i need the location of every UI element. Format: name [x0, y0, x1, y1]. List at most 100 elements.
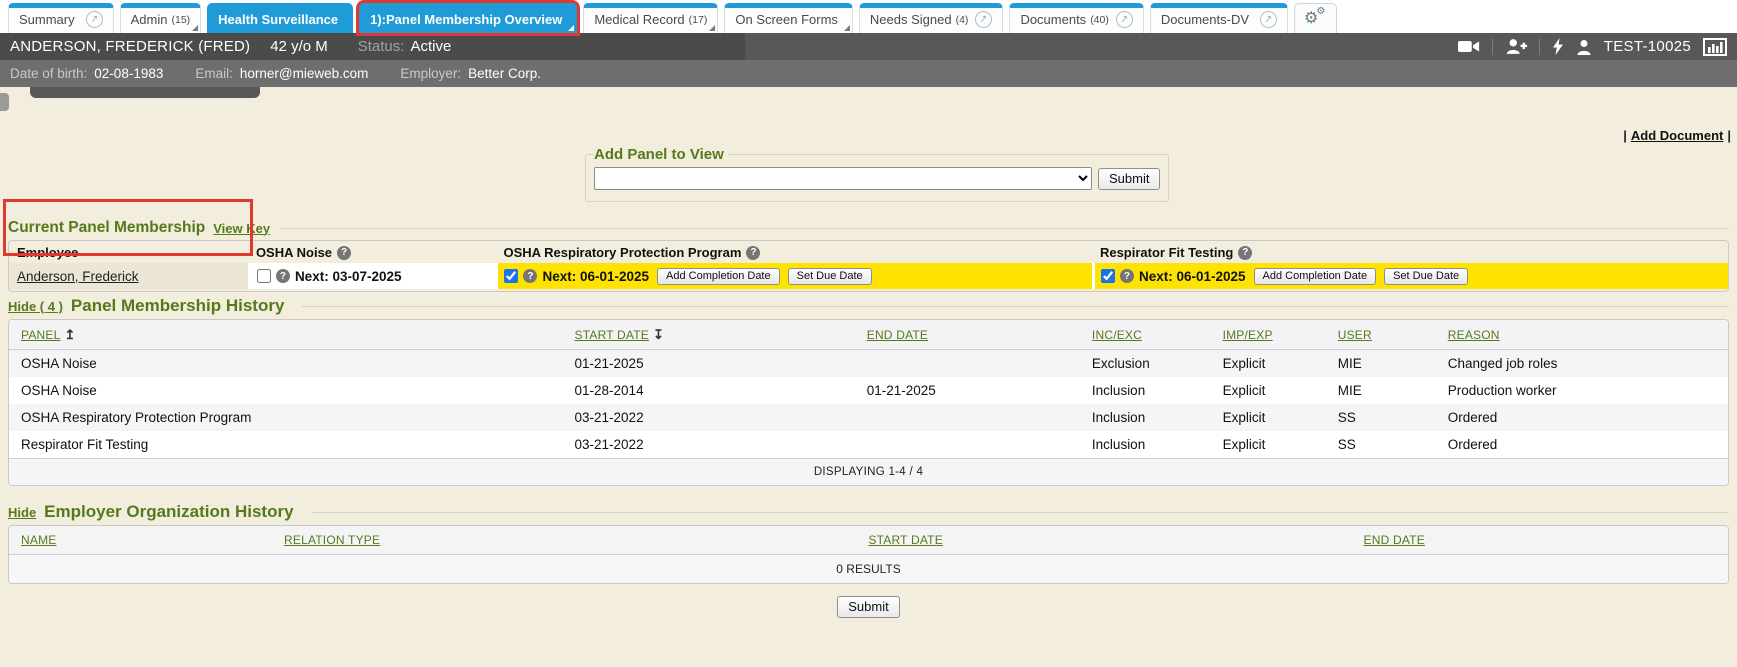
bar-chart-icon[interactable]: [1703, 38, 1727, 56]
osha-noise-cell: ? Next: 03-07-2025: [248, 263, 496, 289]
sort-reason-link[interactable]: REASON: [1448, 328, 1500, 342]
membership-col-osha-noise: OSHA Noise?: [248, 241, 496, 263]
help-icon[interactable]: ?: [1238, 246, 1252, 260]
membership-col-respiratory: OSHA Respiratory Protection Program?: [495, 241, 1091, 263]
cell-panel: OSHA Noise: [9, 356, 563, 371]
chart-tab[interactable]: Medical Record (17) ↗: [583, 3, 718, 33]
patient-info-bar: Date of birth: 02-08-1983 Email: horner@…: [0, 60, 1737, 87]
chart-tab[interactable]: 1):Panel Membership Overview ↗: [359, 3, 577, 33]
employer-history-table: NAME RELATION TYPE START DATE END DATE 0…: [8, 525, 1729, 584]
employee-link[interactable]: Anderson, Frederick: [17, 269, 139, 284]
help-icon[interactable]: ?: [1120, 269, 1134, 283]
next-due-label: Next: 06-01-2025: [1139, 269, 1246, 284]
help-icon[interactable]: ?: [523, 269, 537, 283]
cell-incexc: Inclusion: [1080, 437, 1211, 452]
popout-icon[interactable]: ↗: [1115, 10, 1135, 30]
cell-user: SS: [1326, 410, 1436, 425]
membership-col-employee: Employee: [9, 241, 248, 263]
employee-cell: Anderson, Frederick: [9, 263, 248, 289]
add-panel-submit-button[interactable]: Submit: [1098, 168, 1160, 190]
cell-reason: Production worker: [1436, 383, 1728, 398]
tab-label: Documents: [1020, 12, 1086, 27]
add-document-row: |Add Document|: [1623, 128, 1731, 143]
panel-select[interactable]: [594, 167, 1092, 190]
add-document-link[interactable]: Add Document: [1631, 128, 1723, 143]
add-completion-date-button[interactable]: Add Completion Date: [1254, 268, 1377, 285]
view-key-link[interactable]: View Key: [213, 221, 270, 236]
table-row: OSHA Noise 01-21-2025 Exclusion Explicit…: [9, 350, 1728, 377]
side-panel-handle[interactable]: [0, 93, 9, 111]
hide-history-link[interactable]: Hide ( 4 ): [8, 299, 63, 314]
set-due-date-button[interactable]: Set Due Date: [788, 268, 872, 285]
cell-impexp: Explicit: [1211, 410, 1326, 425]
add-completion-date-button[interactable]: Add Completion Date: [657, 268, 780, 285]
sort-incexc-link[interactable]: INC/EXC: [1092, 328, 1142, 342]
tab-label: Admin: [131, 12, 168, 27]
person-icon[interactable]: [1576, 39, 1592, 55]
sort-end-date-link[interactable]: END DATE: [867, 328, 928, 342]
fit-testing-cell: ? Next: 06-01-2025 Add Completion Date S…: [1092, 263, 1728, 289]
lightning-icon[interactable]: [1552, 38, 1564, 55]
tab-settings[interactable]: ⚙⚙: [1294, 3, 1337, 33]
popout-icon[interactable]: ↗: [84, 10, 104, 30]
status-label: Status:: [358, 38, 405, 55]
current-panel-membership-section: Current Panel Membership View Key Employ…: [8, 216, 1729, 292]
tab-label: Summary: [19, 12, 75, 27]
help-icon[interactable]: ?: [337, 246, 351, 260]
gear-small-icon: ⚙: [1316, 6, 1325, 17]
sort-start-date-link[interactable]: START DATE: [575, 328, 649, 342]
sort-emp-end-date-link[interactable]: END DATE: [1364, 533, 1425, 547]
divider-line: [280, 228, 1729, 229]
set-due-date-button[interactable]: Set Due Date: [1384, 268, 1468, 285]
respiratory-checkbox[interactable]: [504, 269, 518, 283]
video-camera-icon[interactable]: [1458, 39, 1480, 54]
membership-data-row: Anderson, Frederick ? Next: 03-07-2025 ?…: [9, 263, 1728, 289]
tab-label: Documents-DV: [1161, 12, 1249, 27]
cell-start-date: 03-21-2022: [563, 437, 855, 452]
cell-incexc: Exclusion: [1080, 356, 1211, 371]
help-icon[interactable]: ?: [276, 269, 290, 283]
sort-user-link[interactable]: USER: [1338, 328, 1372, 342]
sort-descending-icon[interactable]: ↧: [653, 327, 664, 343]
sort-relation-type-link[interactable]: RELATION TYPE: [284, 533, 380, 547]
status-value: Active: [410, 38, 451, 55]
chart-tab[interactable]: Health Surveillance ↗: [207, 3, 353, 33]
pipe: |: [1623, 128, 1627, 143]
add-person-icon[interactable]: [1505, 38, 1527, 55]
hide-employer-history-link[interactable]: Hide: [8, 505, 36, 520]
chart-tab[interactable]: Needs Signed (4) ↗: [859, 3, 1004, 33]
tab-count: (40): [1090, 14, 1109, 26]
sort-ascending-icon[interactable]: ↥: [64, 327, 75, 343]
cell-user: MIE: [1326, 383, 1436, 398]
sort-impexp-link[interactable]: IMP/EXP: [1223, 328, 1273, 342]
chart-tab[interactable]: Documents-DV ↗: [1150, 3, 1288, 33]
sort-emp-start-date-link[interactable]: START DATE: [868, 533, 942, 547]
employer-submit-button[interactable]: Submit: [837, 596, 899, 618]
chart-tab[interactable]: Summary ↗: [8, 3, 114, 33]
cell-panel: Respirator Fit Testing: [9, 437, 563, 452]
popout-icon[interactable]: ↗: [1259, 10, 1279, 30]
employer-organization-history-title: Employer Organization History: [44, 502, 293, 522]
chart-tab[interactable]: Admin (15) ↗: [120, 3, 202, 33]
history-table: PANEL ↥ START DATE ↧ END DATE INC/EXC IMP/…: [8, 319, 1729, 486]
divider: [1492, 39, 1493, 55]
sort-name-link[interactable]: NAME: [21, 533, 56, 547]
divider-line: [312, 512, 1729, 513]
history-header-row: PANEL ↥ START DATE ↧ END DATE INC/EXC IMP/…: [9, 320, 1728, 350]
fit-testing-checkbox[interactable]: [1101, 269, 1115, 283]
cell-user: MIE: [1326, 356, 1436, 371]
chart-tab[interactable]: On Screen Forms ↗: [724, 3, 853, 33]
divider-line: [302, 306, 1729, 307]
popout-icon[interactable]: ↗: [974, 10, 994, 30]
help-icon[interactable]: ?: [746, 246, 760, 260]
sort-panel-link[interactable]: PANEL: [21, 328, 60, 342]
dob-value: 02-08-1983: [94, 66, 163, 81]
panel-membership-history-section: Hide ( 4 ) Panel Membership History PANE…: [8, 296, 1729, 486]
tab-count: (15): [171, 14, 190, 26]
cell-reason: Changed job roles: [1436, 356, 1728, 371]
osha-noise-checkbox[interactable]: [257, 269, 271, 283]
header-notch: [30, 87, 260, 98]
divider: [1539, 39, 1540, 55]
chart-tab[interactable]: Documents (40) ↗: [1009, 3, 1143, 33]
table-row: OSHA Respiratory Protection Program 03-2…: [9, 404, 1728, 431]
